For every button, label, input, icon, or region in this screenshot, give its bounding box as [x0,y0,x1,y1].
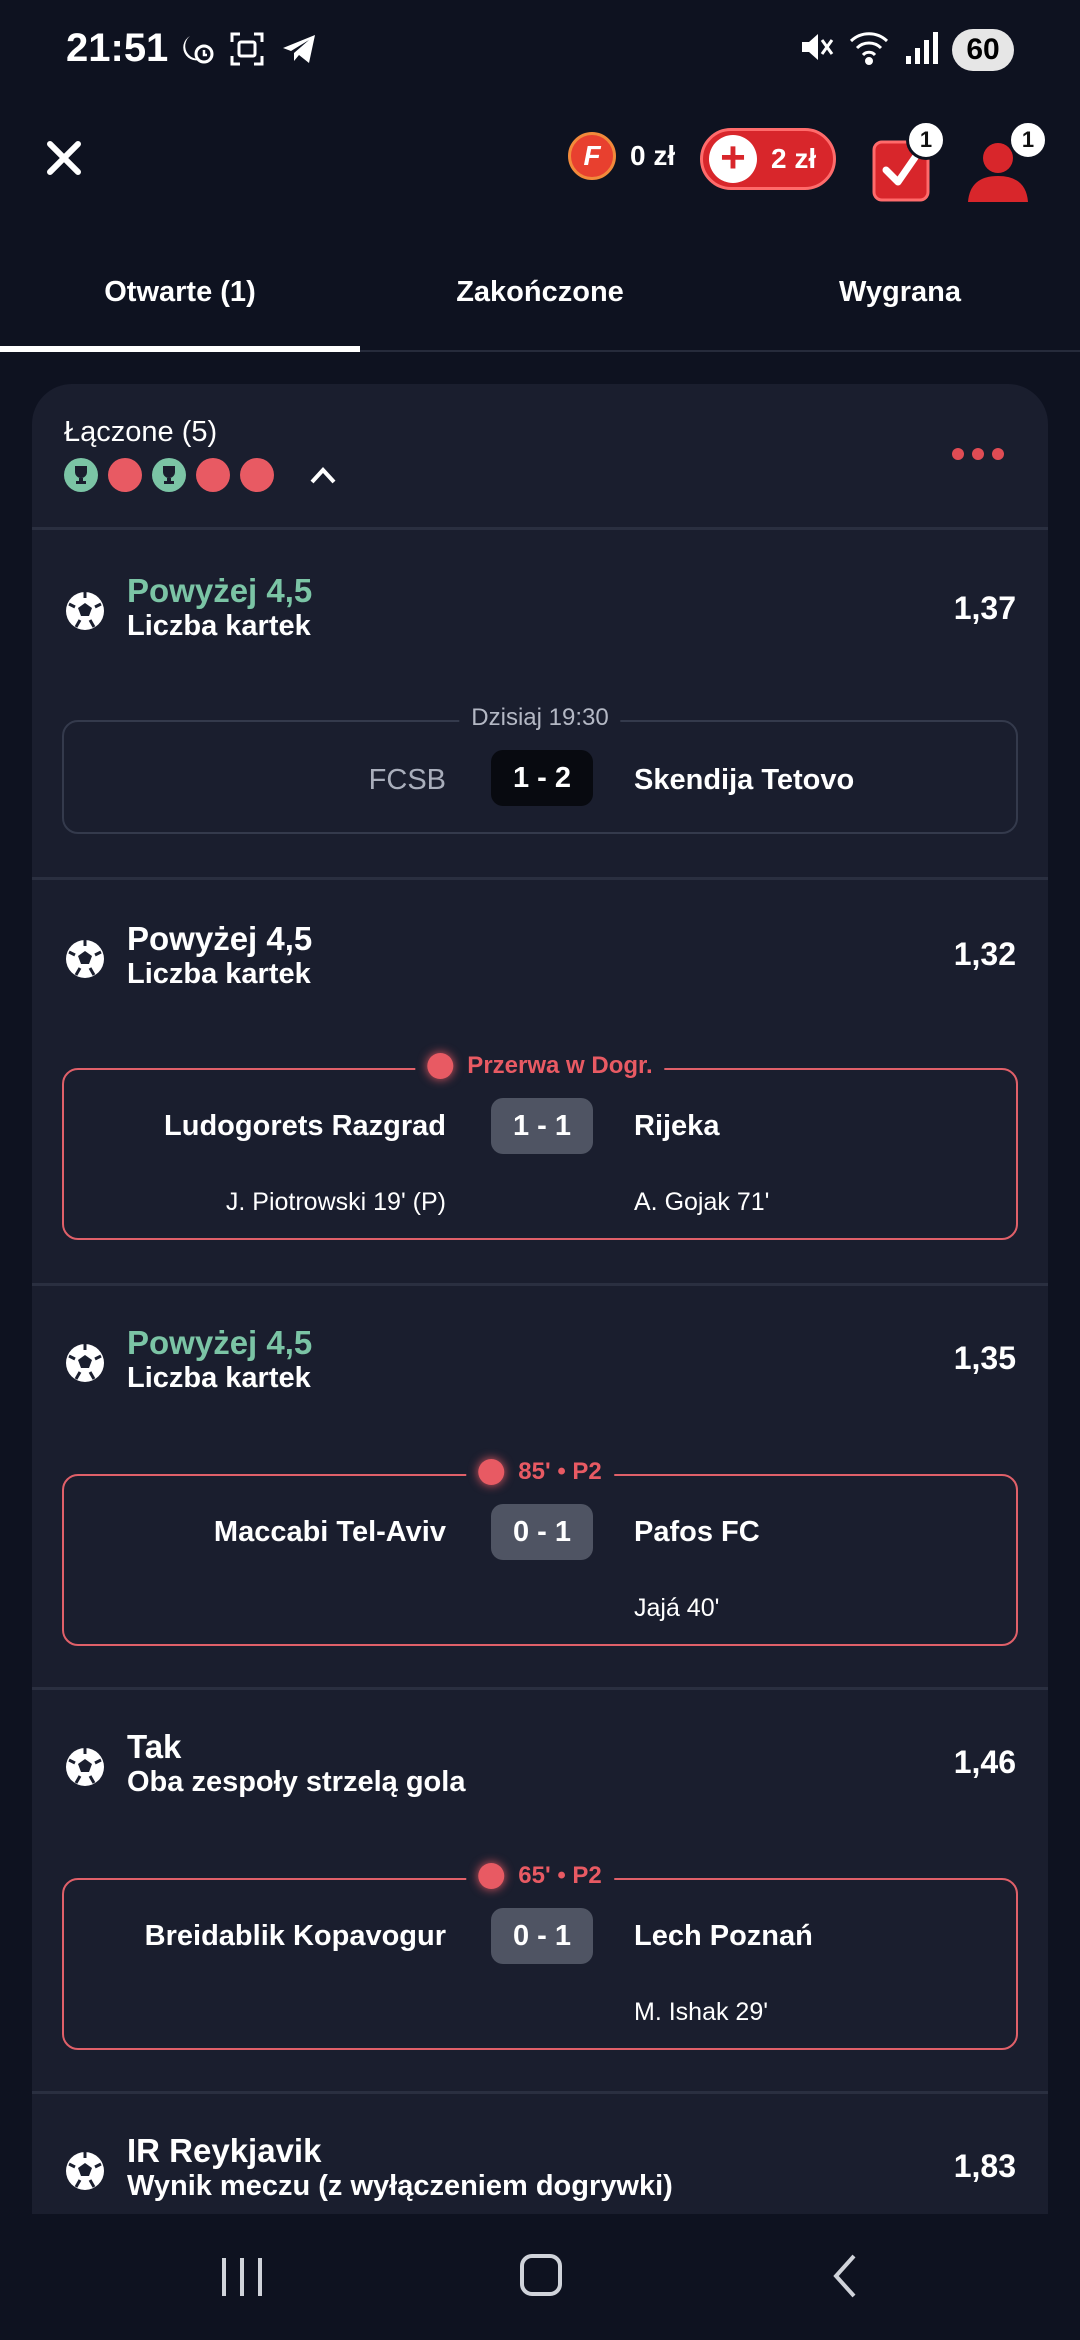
account-button[interactable]: 1 [962,120,1048,204]
selection-odds: 1,35 [953,1340,1016,1376]
bet-card: Łączone (5) Powyżej 4,5 Liczba kartek 1,… [32,384,1048,2214]
home-scorer: J. Piotrowski 19' (P) [225,1188,446,1216]
betslip-badge: 1 [906,120,946,160]
home-team: Maccabi Tel-Aviv [213,1516,446,1548]
trophy-icon [64,458,98,492]
match-live-status: 85' • P2 [466,1458,614,1486]
away-team: Lech Poznań [634,1920,813,1952]
tab-open[interactable]: Otwarte (1) [0,250,360,352]
chevron-up-icon[interactable] [308,460,338,490]
home-nav-icon[interactable] [520,2254,562,2296]
selection-odds: 1,37 [953,590,1016,626]
live-indicator-icon [478,1863,505,1889]
status-right: 60 [796,28,1014,71]
football-icon [66,592,104,630]
live-dot [240,458,274,492]
selection-name: IR Reykjavik [127,2132,322,2169]
signal-icon [904,28,938,71]
selection-market: Liczba kartek [127,1362,311,1394]
football-icon [66,2152,104,2190]
selection-row[interactable]: Powyżej 4,5 Liczba kartek 1,37 Dzisiaj 1… [32,530,1048,880]
mute-icon [796,28,834,71]
selection-odds: 1,46 [953,1744,1016,1780]
moon-alarm-icon [176,30,214,68]
away-scorer: M. Ishak 29' [634,1998,768,2026]
away-team: Rijeka [634,1110,720,1142]
selection-name: Tak [127,1728,182,1765]
match-live-status: 65' • P2 [466,1862,614,1890]
trophy-icon [152,458,186,492]
status-time: 21:51 [66,26,169,70]
deposit-button[interactable]: + 2 zł [700,128,836,190]
recent-apps-icon[interactable] [220,2256,264,2298]
match-box[interactable]: Dzisiaj 19:30 FCSB 1 - 2 Skendija Tetovo [62,704,1018,834]
live-status-text: 65' • P2 [518,1862,602,1889]
live-indicator-icon [427,1053,454,1079]
selection-row[interactable]: Powyżej 4,5 Liczba kartek 1,35 85' • P2 … [32,1286,1048,1690]
coin-balance[interactable]: F 0 zł [568,132,675,180]
battery-indicator: 60 [952,28,1014,71]
selection-row[interactable]: IR Reykjavik Wynik meczu (z wyłączeniem … [32,2094,1048,2214]
match-box-live[interactable]: 85' • P2 Maccabi Tel-Aviv 0 - 1 Pafos FC… [62,1458,1018,1646]
selection-market: Oba zespoły strzelą gola [127,1766,466,1798]
live-indicator-icon [478,1459,505,1485]
match-score: 0 - 1 [491,1908,593,1964]
system-nav-bar [0,2214,1080,2340]
home-team: Breidablik Kopavogur [144,1920,446,1952]
selection-market: Liczba kartek [127,958,311,990]
coin-amount: 0 zł [630,140,676,171]
selection-market: Liczba kartek [127,610,311,642]
status-bar: 21:51 60 [0,0,1080,100]
more-options-button[interactable] [952,448,1004,460]
close-icon [47,141,81,175]
away-team: Pafos FC [634,1516,760,1548]
away-scorer: A. Gojak 71' [634,1188,770,1216]
football-icon [66,1748,104,1786]
deposit-amount: 2 zł [771,143,817,174]
selection-row[interactable]: Powyżej 4,5 Liczba kartek 1,32 Przerwa w… [32,880,1048,1286]
match-box-live[interactable]: Przerwa w Dogr. Ludogorets Razgrad 1 - 1… [62,1052,1018,1240]
football-icon [66,1344,104,1382]
screenshot-icon [228,30,266,68]
betslip-button[interactable]: 1 [870,120,946,204]
bet-title: Łączone (5) [64,416,218,448]
wifi-icon [848,28,890,71]
match-live-status: Przerwa w Dogr. [415,1052,665,1080]
selection-name: Powyżej 4,5 [127,920,313,957]
leg-status-dots [64,458,338,492]
close-button[interactable] [40,134,88,182]
live-status-text: 85' • P2 [518,1458,602,1485]
plus-icon: + [709,135,757,183]
status-left-icons [176,30,318,68]
selection-odds: 1,83 [953,2148,1016,2184]
football-icon [66,940,104,978]
live-dot [108,458,142,492]
live-status-text: Przerwa w Dogr. [467,1052,653,1079]
match-time: Dzisiaj 19:30 [459,704,621,732]
tab-won[interactable]: Wygrana [720,250,1080,350]
live-dot [196,458,230,492]
bet-status-tabs: Otwarte (1) Zakończone Wygrana [0,250,1080,352]
home-team: FCSB [368,764,446,796]
away-scorer: Jajá 40' [634,1594,720,1622]
away-team: Skendija Tetovo [634,764,855,796]
match-score: 1 - 2 [491,750,593,806]
back-icon[interactable] [830,2252,860,2300]
telegram-icon [280,30,318,68]
app-header: F 0 zł + 2 zł 1 1 [0,110,1080,250]
account-badge: 1 [1008,120,1048,160]
match-score: 1 - 1 [491,1098,593,1154]
match-score: 0 - 1 [491,1504,593,1560]
home-team: Ludogorets Razgrad [164,1110,446,1142]
selection-name: Powyżej 4,5 [127,572,313,609]
match-box-live[interactable]: 65' • P2 Breidablik Kopavogur 0 - 1 Lech… [62,1862,1018,2050]
selection-market: Wynik meczu (z wyłączeniem dogrywki) [127,2170,673,2202]
tab-finished[interactable]: Zakończone [360,250,720,350]
bet-card-header[interactable]: Łączone (5) [32,384,1048,530]
coin-icon: F [568,132,616,180]
selection-odds: 1,32 [953,936,1016,972]
selection-row[interactable]: Tak Oba zespoły strzelą gola 1,46 65' • … [32,1690,1048,2094]
selection-name: Powyżej 4,5 [127,1324,313,1361]
